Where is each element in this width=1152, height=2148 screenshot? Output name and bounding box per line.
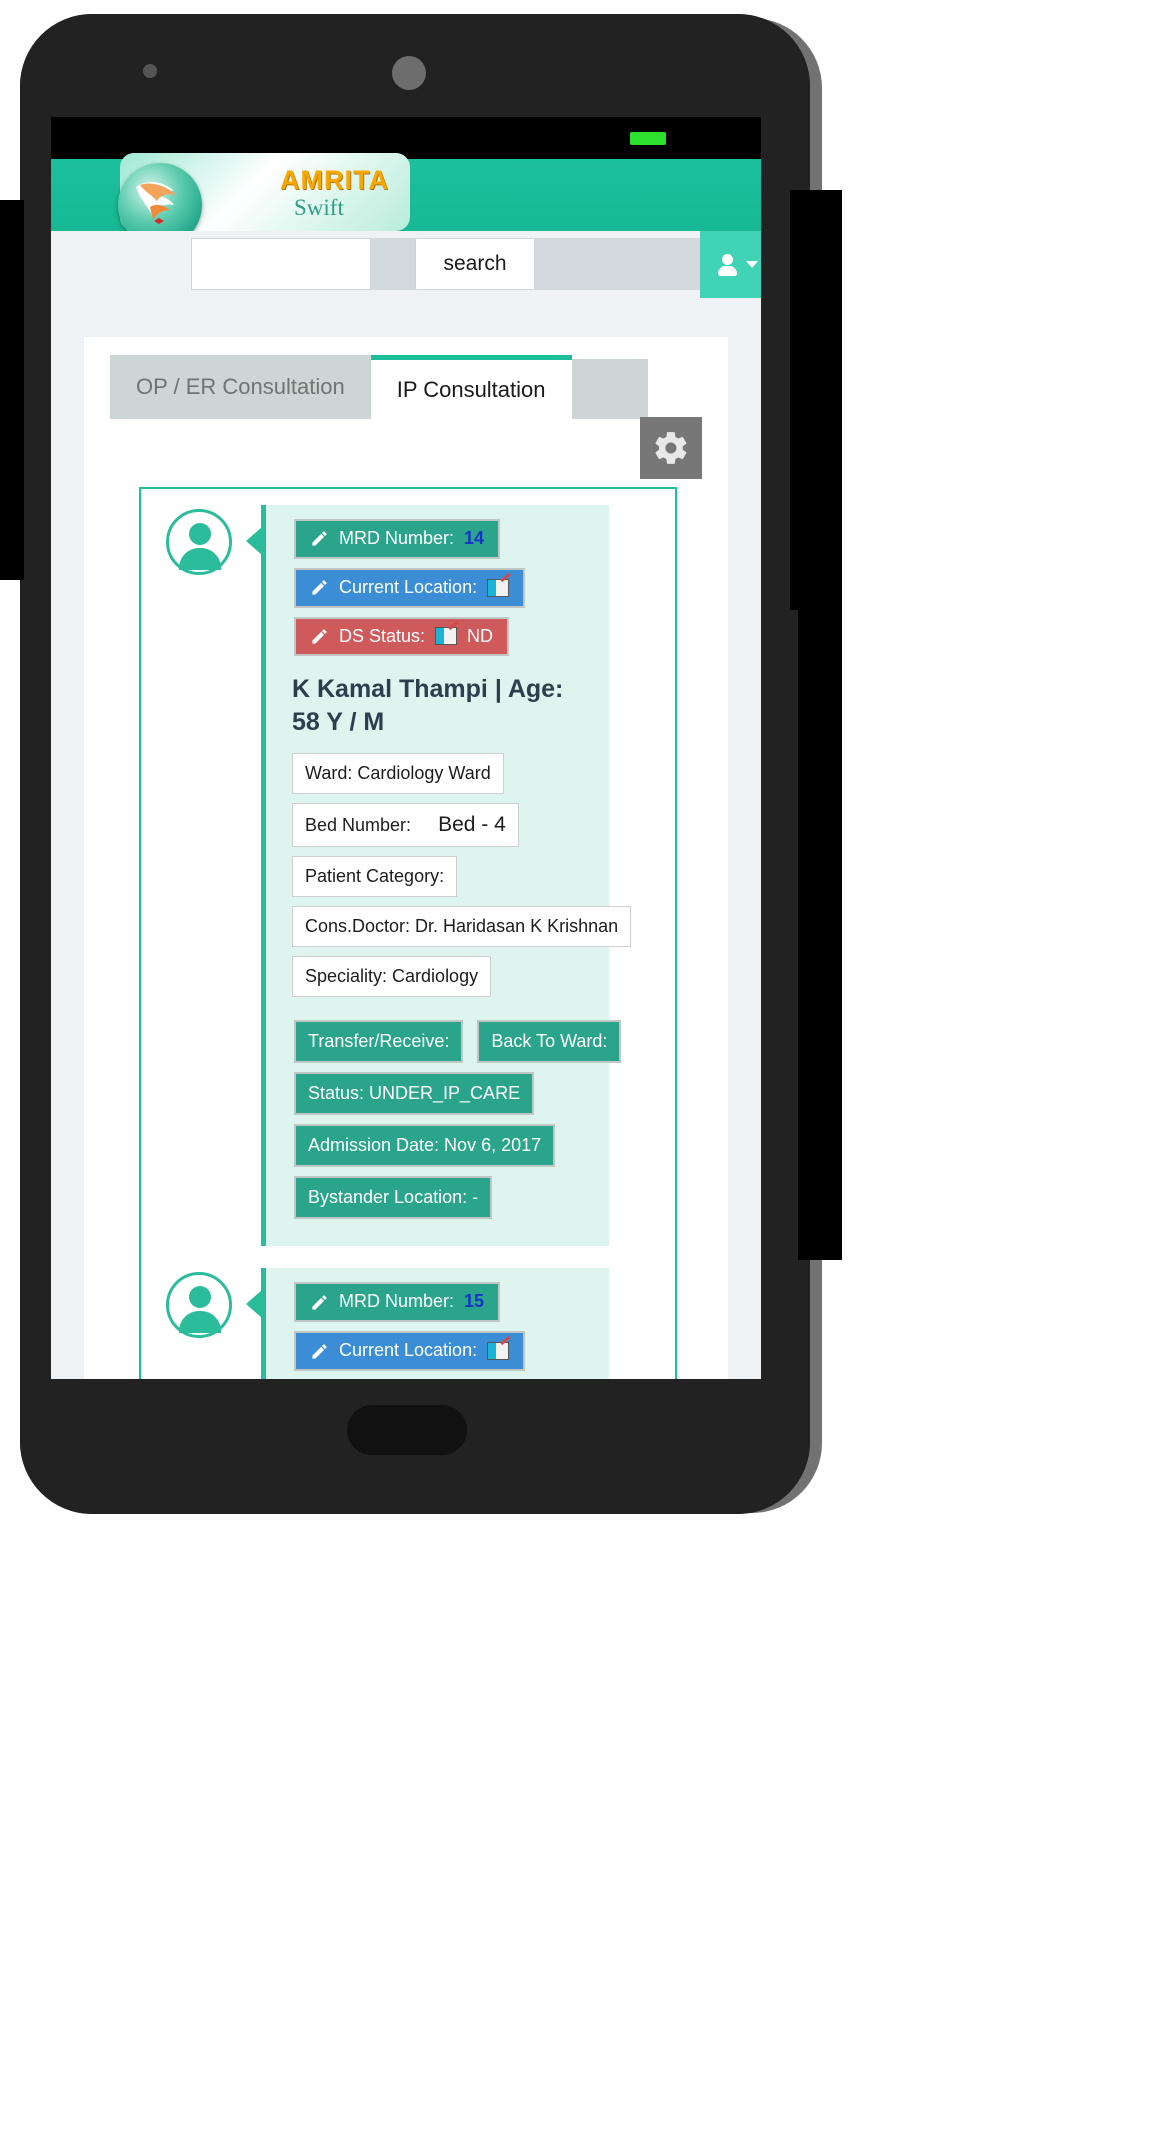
speciality-field: Speciality: Cardiology [292, 956, 492, 998]
phone-camera [143, 64, 157, 78]
patient-row: MRD Number: 14 Current Location: DS Stat… [141, 489, 675, 1247]
mrd-label: MRD Number: [339, 528, 455, 548]
bystander-location-button[interactable]: Bystander Location: - [294, 1176, 493, 1220]
transfer-row: Transfer/Receive: Back To Ward: [266, 1020, 622, 1072]
screenshot-root: AMRITA Swift search OP / ER Consultation… [0, 0, 1152, 2148]
user-icon [718, 253, 737, 276]
tab-filler [571, 359, 648, 419]
current-location-label: Current Location: [339, 576, 478, 597]
note-icon [487, 578, 510, 597]
tab-ip-consultation[interactable]: IP Consultation [370, 355, 572, 419]
chevron-down-icon [746, 261, 758, 268]
search-input[interactable] [191, 238, 371, 290]
ward-field: Ward: Cardiology Ward [292, 753, 504, 795]
ds-status-badge[interactable]: DS Status: ND [294, 616, 510, 657]
note-icon [487, 1342, 510, 1361]
pencil-icon [312, 580, 327, 595]
pencil-icon [312, 1343, 327, 1359]
mrd-value: 14 [464, 528, 485, 548]
bystander-label: Bystander Location: [308, 1187, 468, 1208]
current-location-label: Current Location: [339, 1340, 478, 1361]
phone-home-button [347, 1405, 467, 1455]
search-spacer [371, 238, 415, 290]
patient-card: MRD Number: 15 Current Location: [246, 1268, 609, 1379]
cons-doctor-field: Cons.Doctor: Dr. Haridasan K Krishnan [292, 906, 632, 948]
transfer-receive-button[interactable]: Transfer/Receive: [294, 1020, 464, 1064]
settings-button[interactable] [640, 417, 702, 479]
patient-row: MRD Number: 15 Current Location: [141, 1252, 675, 1379]
tab-op-er-consultation[interactable]: OP / ER Consultation [110, 355, 371, 419]
current-location-badge[interactable]: Current Location: [294, 567, 526, 608]
mrd-value: 15 [464, 1291, 485, 1312]
search-bar: search [51, 231, 761, 303]
mrd-number-badge[interactable]: MRD Number: 15 [294, 1282, 501, 1323]
account-menu[interactable] [700, 231, 761, 298]
gear-icon [655, 432, 687, 464]
back-to-ward-button[interactable]: Back To Ward: [477, 1020, 622, 1064]
mrd-label: MRD Number: [339, 1291, 455, 1312]
ds-status-label: DS Status: [339, 625, 426, 646]
mrd-number-badge[interactable]: MRD Number: 14 [294, 519, 501, 559]
phone-screen: AMRITA Swift search OP / ER Consultation… [51, 117, 761, 1379]
patient-card: MRD Number: 14 Current Location: DS Stat… [246, 505, 632, 1247]
brand-text: AMRITA Swift [280, 165, 460, 220]
pencil-icon [312, 629, 327, 644]
bed-number-value: Bed - 4 [438, 813, 506, 837]
bed-number-field: Bed Number: Bed - 4 [292, 803, 519, 848]
edge-artifact-3 [0, 200, 24, 580]
bed-number-label: Bed Number: [305, 815, 412, 836]
search-button[interactable]: search [415, 238, 535, 290]
brand-name: AMRITA [280, 165, 389, 195]
app-header: AMRITA Swift [51, 153, 761, 247]
avatar [166, 509, 232, 575]
note-icon [435, 627, 458, 646]
search-right-filler [535, 238, 700, 290]
patient-name: K Kamal Thampi | Age: 58 Y / M [292, 675, 564, 737]
phone-speaker [392, 56, 426, 90]
tab-bar: OP / ER Consultation IP Consultation [84, 337, 728, 419]
admission-date-button[interactable]: Admission Date: Nov 6, 2017 [294, 1124, 556, 1168]
avatar [166, 1272, 232, 1339]
patient-list: MRD Number: 14 Current Location: DS Stat… [139, 487, 677, 1379]
bystander-value: - [472, 1187, 479, 1208]
pencil-icon [312, 531, 327, 547]
status-button[interactable]: Status: UNDER_IP_CARE [294, 1072, 535, 1116]
edge-artifact-1 [790, 190, 842, 610]
patient-category-field: Patient Category: [292, 856, 458, 898]
brand-subtitle: Swift [294, 195, 344, 220]
battery-icon [630, 132, 666, 145]
pencil-icon [312, 1295, 327, 1310]
edge-artifact-2 [798, 610, 842, 1260]
content-panel: OP / ER Consultation IP Consultation MRD… [84, 337, 728, 1379]
bird-icon [136, 182, 176, 224]
ds-status-value: ND [467, 625, 494, 646]
current-location-badge[interactable]: Current Location: [294, 1331, 526, 1371]
